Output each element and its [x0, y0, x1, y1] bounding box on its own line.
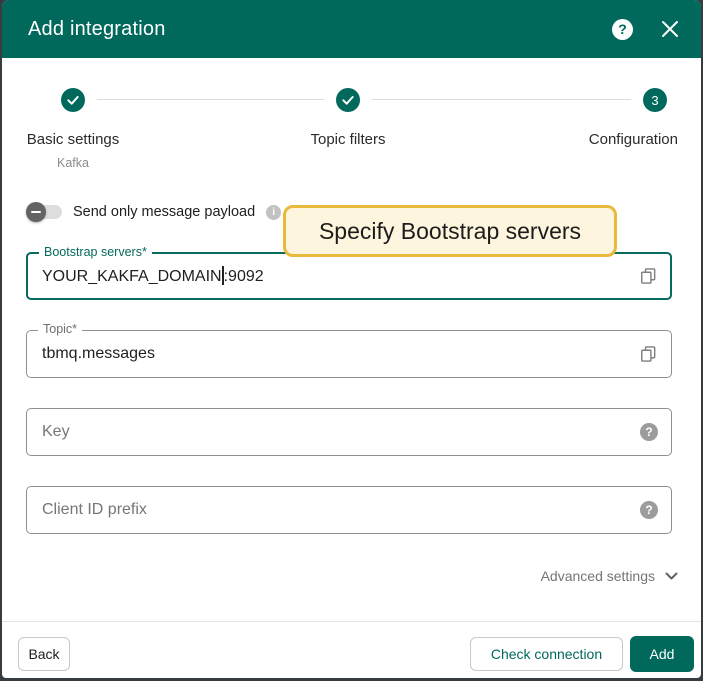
stepper-connector-2	[372, 99, 631, 100]
dialog-title: Add integration	[28, 17, 166, 40]
chevron-down-icon	[665, 572, 678, 580]
info-icon[interactable]: i	[266, 204, 282, 220]
bootstrap-servers-label: Bootstrap servers*	[39, 245, 152, 259]
minus-icon	[31, 211, 41, 213]
help-button[interactable]: ?	[612, 18, 633, 40]
close-button[interactable]	[661, 20, 679, 38]
step-configuration-indicator[interactable]: 3	[643, 88, 667, 112]
toggle-thumb	[26, 202, 46, 222]
help-icon[interactable]: ?	[640, 501, 658, 519]
add-integration-dialog: Add integration ? 3 Basic settings Topic…	[2, 0, 701, 678]
copy-icon	[638, 344, 658, 364]
dialog-header: Add integration ?	[2, 0, 701, 58]
copy-bootstrap-button[interactable]	[638, 266, 658, 286]
advanced-settings-label: Advanced settings	[540, 568, 655, 584]
check-icon	[65, 92, 81, 108]
copy-icon	[638, 266, 658, 286]
stepper-connector-1	[97, 99, 324, 100]
key-placeholder: Key	[42, 423, 70, 440]
tooltip-text: Specify Bootstrap servers	[318, 217, 582, 244]
check-connection-button[interactable]: Check connection	[470, 637, 623, 671]
step-label-topic-filters[interactable]: Topic filters	[310, 131, 385, 148]
topic-field[interactable]: Topic* tbmq.messages	[26, 322, 672, 378]
add-button[interactable]: Add	[630, 636, 694, 672]
step-label-configuration[interactable]: Configuration	[589, 131, 678, 148]
payload-toggle-label: Send only message payload	[73, 204, 256, 220]
step-number: 3	[651, 92, 659, 108]
step-label-basic-settings[interactable]: Basic settings	[27, 131, 120, 148]
bootstrap-servers-field[interactable]: Bootstrap servers* YOUR_KAKFA_DOMAIN:909…	[26, 245, 672, 300]
client-id-prefix-placeholder: Client ID prefix	[42, 501, 147, 518]
check-icon	[340, 92, 356, 108]
send-only-payload-toggle[interactable]	[26, 202, 62, 222]
help-icon: ?	[612, 18, 633, 40]
bootstrap-servers-tooltip: Specify Bootstrap servers	[283, 205, 617, 257]
step-basic-settings-indicator[interactable]	[61, 88, 85, 112]
payload-toggle-row: Send only message payload i	[26, 202, 282, 222]
client-id-prefix-field[interactable]: Client ID prefix ?	[26, 486, 672, 534]
footer-divider	[2, 621, 701, 622]
topic-value: tbmq.messages	[42, 345, 155, 362]
step-sublabel-kafka: Kafka	[57, 156, 89, 170]
back-button[interactable]: Back	[18, 637, 70, 671]
advanced-settings-toggle[interactable]: Advanced settings	[541, 568, 678, 584]
help-icon[interactable]: ?	[640, 423, 658, 441]
topic-label: Topic*	[38, 322, 83, 336]
bootstrap-servers-value: YOUR_KAKFA_DOMAIN:9092	[42, 266, 264, 285]
key-field[interactable]: Key ?	[26, 408, 672, 456]
step-topic-filters-indicator[interactable]	[336, 88, 360, 112]
copy-topic-button[interactable]	[638, 344, 658, 364]
close-icon	[661, 20, 679, 38]
